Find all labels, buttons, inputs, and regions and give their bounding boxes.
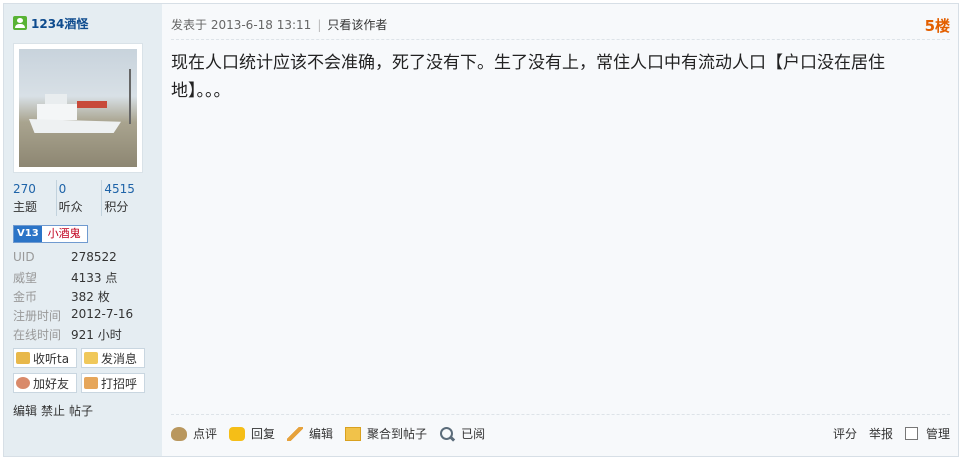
post-admin-tools: 评分 举报 管理 (833, 425, 950, 442)
post-timestamp: 发表于 2013-6-18 13:11 (171, 18, 312, 32)
greet-icon (84, 377, 98, 389)
add-friend-icon (16, 377, 30, 389)
admin-links: 编辑 禁止 帖子 (13, 402, 93, 419)
post-meta: 发表于 2013-6-18 13:11 | 只看该作者 (171, 16, 387, 33)
coffee-icon (171, 426, 187, 441)
follow-icon (16, 352, 30, 364)
user-posts-link[interactable]: 帖子 (69, 402, 93, 419)
stat-points[interactable]: 4515 积分 (101, 180, 147, 216)
pencil-icon (287, 426, 304, 441)
level-title: 小酒鬼 (47, 227, 81, 240)
ban-user-link[interactable]: 禁止 (41, 402, 65, 419)
follow-button[interactable]: 收听ta (13, 348, 77, 368)
post-message: 现在人口统计应该不会准确，死了没有下。生了没有上，常住人口中有流动人口【户口没在… (171, 53, 885, 101)
user-stats: 270 主题 0 听众 4515 积分 (13, 180, 147, 216)
magnifier-icon (439, 426, 455, 441)
username-link[interactable]: 1234酒怪 (31, 15, 88, 32)
online-user-icon (13, 16, 27, 30)
divider (171, 39, 950, 40)
manage-label[interactable]: 管理 (926, 425, 950, 442)
score-link[interactable]: 评分 (833, 425, 857, 442)
info-row: 在线时间 921 小时 (13, 328, 122, 342)
stat-threads[interactable]: 270 主题 (13, 180, 56, 216)
user-info: UID 278522 威望 4133 点 金币 382 枚 注册时间 2012-… (13, 250, 133, 345)
speech-bubble-icon (229, 426, 246, 441)
level-badge[interactable]: V13 小酒鬼 (13, 225, 88, 243)
author-sidebar: 1234酒怪 270 主题 0 听众 4515 积分 V13 小酒鬼 UID 2… (4, 4, 162, 456)
meta-separator: | (317, 17, 322, 32)
floor-number[interactable]: 5楼 (925, 15, 950, 36)
divider (171, 414, 950, 415)
avatar-image (19, 49, 137, 167)
manage-control: 管理 (904, 425, 950, 442)
info-row: 威望 4133 点 (13, 271, 118, 285)
level-icon: V13 (14, 226, 42, 242)
info-row: UID 278522 (13, 250, 117, 264)
document-icon (345, 426, 362, 441)
post-toolbar: 点评 回复 编辑 聚合到帖子 已阅 (171, 425, 485, 442)
rate-button[interactable]: 点评 (171, 425, 217, 442)
stat-followers[interactable]: 0 听众 (55, 180, 102, 216)
greet-button[interactable]: 打招呼 (81, 373, 145, 393)
message-icon (84, 352, 98, 364)
username-row: 1234酒怪 (13, 15, 88, 31)
info-row: 金币 382 枚 (13, 290, 110, 304)
manage-checkbox[interactable] (904, 427, 918, 440)
report-link[interactable]: 举报 (869, 425, 893, 442)
reply-button[interactable]: 回复 (229, 425, 275, 442)
edit-user-link[interactable]: 编辑 (13, 402, 37, 419)
avatar[interactable] (13, 43, 143, 173)
post-content: 发表于 2013-6-18 13:11 | 只看该作者 5楼 现在人口统计应该不… (162, 4, 958, 456)
add-friend-button[interactable]: 加好友 (13, 373, 77, 393)
merge-to-post-button[interactable]: 聚合到帖子 (345, 425, 427, 442)
info-row: 注册时间 2012-7-16 (13, 307, 134, 323)
user-actions: 收听ta 发消息 加好友 打招呼 (13, 348, 149, 393)
edit-button[interactable]: 编辑 (287, 425, 333, 442)
post-container: 1234酒怪 270 主题 0 听众 4515 积分 V13 小酒鬼 UID 2… (3, 3, 959, 457)
send-message-button[interactable]: 发消息 (81, 348, 145, 368)
author-only-link[interactable]: 只看该作者 (327, 16, 387, 33)
read-button[interactable]: 已阅 (439, 425, 485, 442)
